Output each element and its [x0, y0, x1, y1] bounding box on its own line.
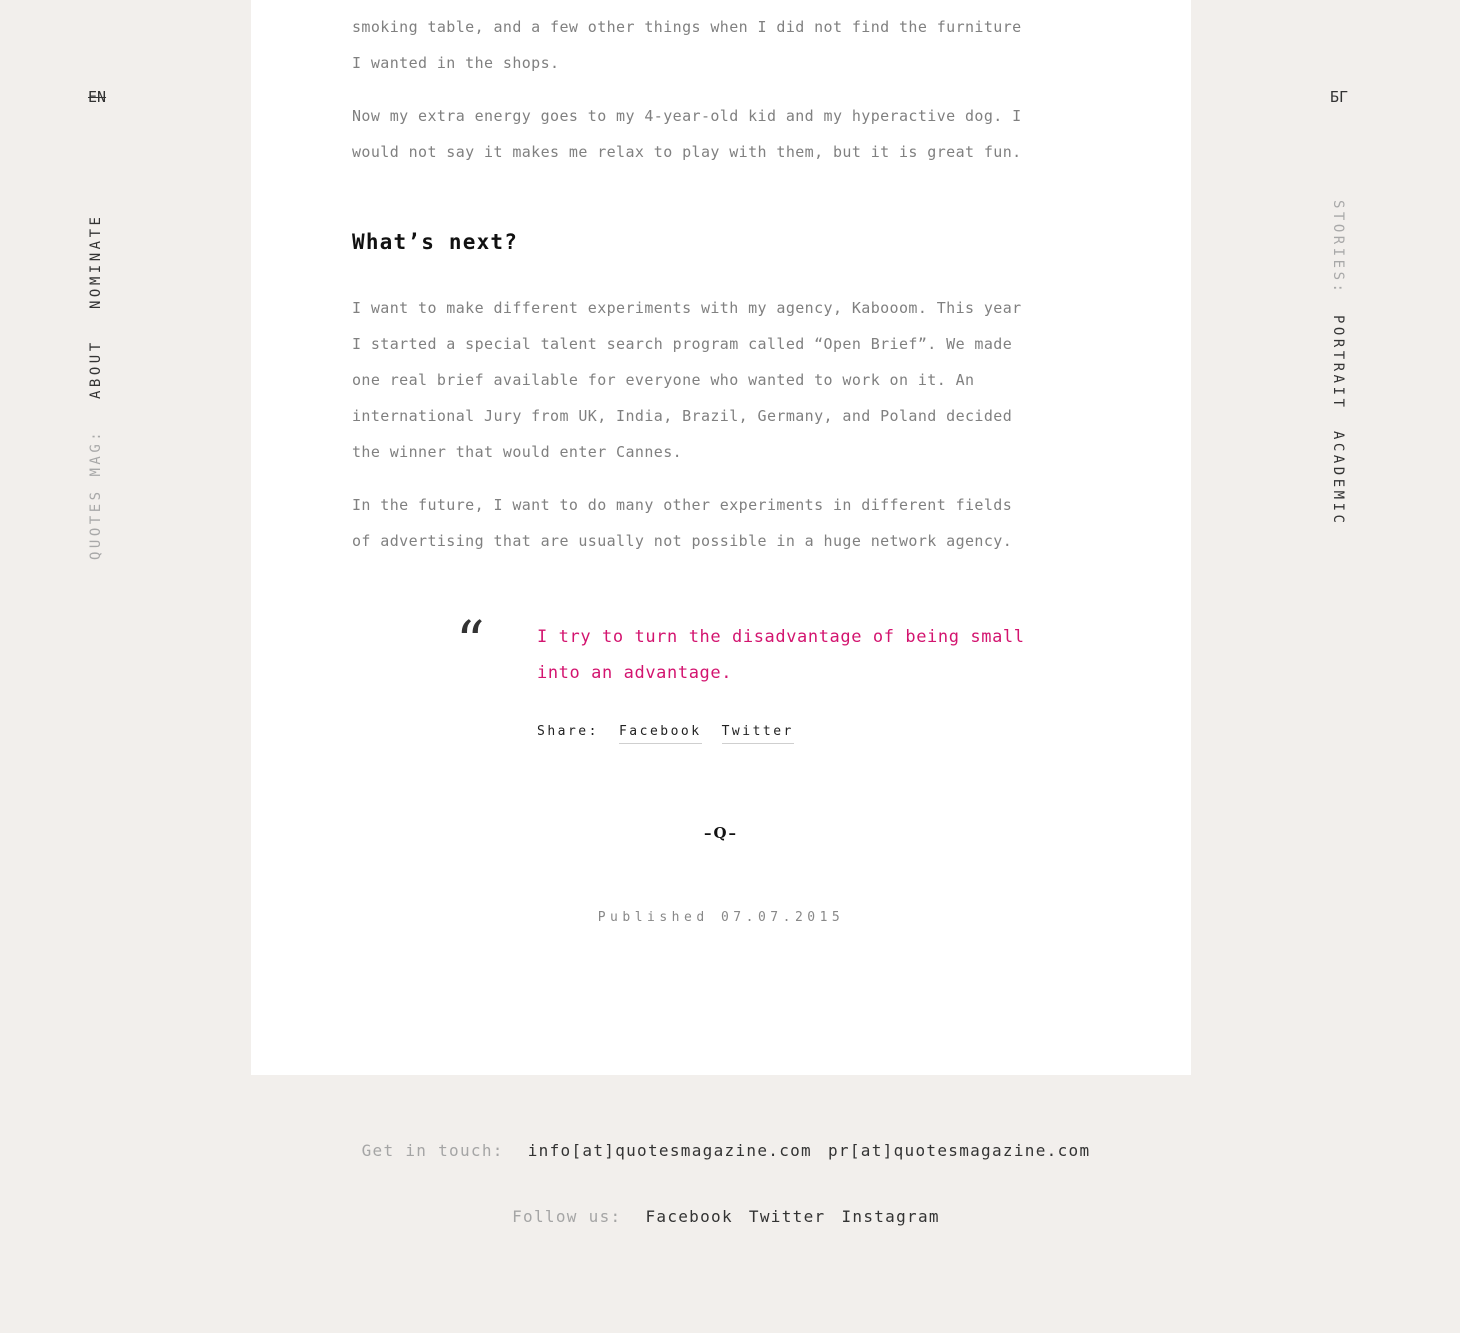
- nav-nominate[interactable]: NOMINATE: [88, 214, 104, 309]
- footer-contact: Get in touch: info[at]quotesmagazine.com p…: [0, 1141, 1460, 1160]
- paragraph-future: In the future, I want to do many other e…: [352, 487, 1082, 559]
- paragraph-energy: Now my extra energy goes to my 4-year-ol…: [352, 98, 1082, 170]
- paragraph-line: I want to make different experiments wit…: [352, 299, 1022, 317]
- email-pr-link[interactable]: pr[at]quotesmagazine.com: [828, 1141, 1090, 1160]
- follow-label: Follow us:: [512, 1207, 622, 1226]
- share-label: Share:: [537, 724, 599, 739]
- published-date: Published 07.07.2015: [597, 910, 845, 925]
- end-ornament: –Q–: [703, 824, 739, 842]
- stories-nav: STORIES: PORTRAIT ACADEMIC: [1330, 200, 1346, 526]
- share-twitter-link[interactable]: Twitter: [721, 724, 794, 744]
- contact-label: Get in touch:: [361, 1141, 504, 1160]
- pull-quote-line: into an advantage.: [537, 663, 733, 683]
- footer-facebook-link[interactable]: Facebook: [645, 1207, 732, 1226]
- nav-academic[interactable]: ACADEMIC: [1330, 431, 1346, 526]
- quote-mark-icon: “: [456, 610, 485, 675]
- footer-twitter-link[interactable]: Twitter: [749, 1207, 826, 1226]
- nav-portrait[interactable]: PORTRAIT: [1330, 315, 1346, 410]
- site-nav: QUOTES MAG: ABOUT NOMINATE: [88, 200, 104, 560]
- section-heading: What’s next?: [352, 230, 519, 254]
- paragraph-line: In the future, I want to do many other e…: [352, 496, 1013, 514]
- email-info-link[interactable]: info[at]quotesmagazine.com: [528, 1141, 812, 1160]
- footer-instagram-link[interactable]: Instagram: [841, 1207, 939, 1226]
- nav-about[interactable]: ABOUT: [88, 339, 104, 399]
- paragraph-line: of advertising that are usually not poss…: [352, 532, 1013, 550]
- paragraph-line: one real brief available for everyone wh…: [352, 371, 975, 389]
- paragraph-line: the winner that would enter Cannes.: [352, 443, 683, 461]
- article-card: smoking table, and a few other things wh…: [251, 0, 1191, 1075]
- paragraph-line: international Jury from UK, India, Brazi…: [352, 407, 1013, 425]
- language-en-link[interactable]: EN: [88, 88, 106, 106]
- paragraph-line: I wanted in the shops.: [352, 54, 560, 72]
- site-nav-label: QUOTES MAG:: [88, 428, 104, 560]
- pull-quote-line: I try to turn the disadvantage of being …: [537, 627, 1025, 647]
- paragraph-line: I started a special talent search progra…: [352, 335, 1013, 353]
- pull-quote: I try to turn the disadvantage of being …: [537, 619, 1067, 691]
- paragraph-line: smoking table, and a few other things wh…: [352, 18, 1022, 36]
- share-facebook-link[interactable]: Facebook: [618, 724, 702, 744]
- paragraph-furniture: smoking table, and a few other things wh…: [352, 9, 1082, 81]
- paragraph-next: I want to make different experiments wit…: [352, 290, 1082, 470]
- footer-social: Follow us: Facebook Twitter Instagram: [0, 1207, 1460, 1226]
- paragraph-line: would not say it makes me relax to play …: [352, 143, 1022, 161]
- stories-nav-label: STORIES:: [1330, 200, 1346, 296]
- share-bar: Share: Facebook Twitter: [537, 724, 794, 744]
- paragraph-line: Now my extra energy goes to my 4-year-ol…: [352, 107, 1022, 125]
- language-bg-link[interactable]: БГ: [1330, 88, 1348, 106]
